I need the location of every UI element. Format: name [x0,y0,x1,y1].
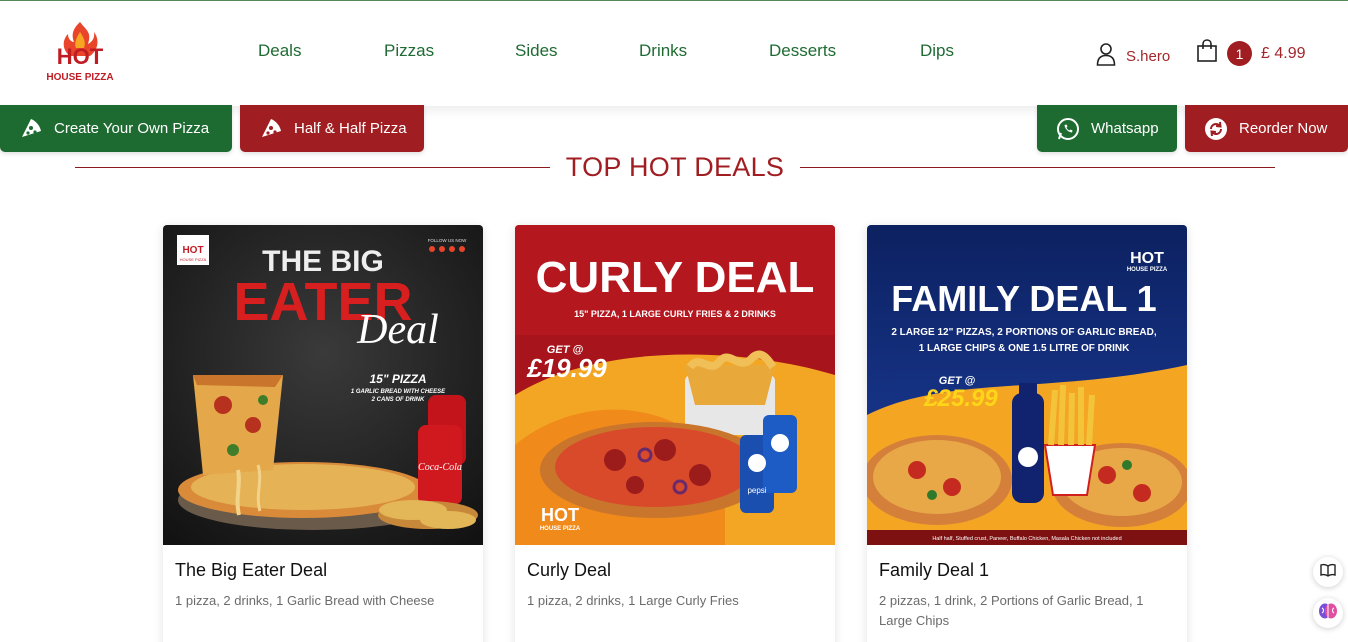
nav-drinks[interactable]: Drinks [639,41,687,61]
deal-card[interactable]: HOT HOUSE PIZZA FAMILY DEAL 1 2 LARGE 12… [867,225,1187,642]
create-your-own-pizza-button[interactable]: Create Your Own Pizza [0,105,232,152]
shopping-bag-icon [1196,39,1218,68]
user-name: S.hero [1126,48,1171,65]
nav-sides[interactable]: Sides [515,41,558,61]
deal-description: 2 pizzas, 1 drink, 2 Portions of Garlic … [879,593,1144,628]
svg-text:£19.99: £19.99 [526,353,607,383]
svg-text:1 GARLIC BREAD WITH CHEESE: 1 GARLIC BREAD WITH CHEESE [351,389,446,395]
section-title: TOP HOT DEALS [565,151,785,182]
reorder-label: Reorder Now [1239,120,1328,137]
deal-title[interactable]: Curly Deal [527,560,611,581]
brand-logo[interactable]: HOT HOUSE PIZZA [40,18,120,86]
deal-card[interactable]: CURLY DEAL 15" PIZZA, 1 LARGE CURLY FRIE… [515,225,835,642]
cart-total: £ 4.99 [1261,44,1306,62]
divider-left [75,166,550,168]
create-pizza-label: Create Your Own Pizza [54,120,210,137]
section-heading: TOP HOT DEALS [75,150,1276,184]
divider-right [800,166,1276,168]
deal-title[interactable]: Family Deal 1 [879,560,989,581]
brain-icon [1318,602,1338,625]
deal-title[interactable]: The Big Eater Deal [175,560,327,581]
svg-text:HOT: HOT [182,245,203,256]
whatsapp-label: Whatsapp [1091,120,1159,137]
nav-desserts[interactable]: Desserts [769,41,836,61]
cart-count-badge: 1 [1227,41,1252,66]
svg-text:Half half, Stuffed crust, Pane: Half half, Stuffed crust, Paneer, Buffal… [932,536,1121,542]
deal-image-curly[interactable]: CURLY DEAL 15" PIZZA, 1 LARGE CURLY FRIE… [515,225,835,545]
cart-button[interactable]: 1 £ 4.99 [1196,39,1305,68]
svg-text:HOUSE PIZZA: HOUSE PIZZA [1127,267,1168,273]
half-half-label: Half & Half Pizza [294,120,407,137]
user-icon [1096,42,1116,71]
book-widget-button[interactable] [1313,557,1343,587]
deal-description: 1 pizza, 2 drinks, 1 Large Curly Fries [527,593,739,608]
site-header: HOT HOUSE PIZZA Deals Pizzas Sides Drink… [0,1,1348,106]
deal-description: 1 pizza, 2 drinks, 1 Garlic Bread with C… [175,593,435,608]
svg-text:Coca-Cola: Coca-Cola [418,462,462,473]
book-icon [1320,563,1336,582]
svg-text:HOUSE PIZZA: HOUSE PIZZA [180,257,207,262]
svg-text:2 LARGE 12" PIZZAS, 2 PORTIONS: 2 LARGE 12" PIZZAS, 2 PORTIONS OF GARLIC… [891,327,1157,338]
whatsapp-button[interactable]: Whatsapp [1037,105,1177,152]
svg-text:FOLLOW US NOW: FOLLOW US NOW [428,238,468,243]
brain-widget-button[interactable] [1313,598,1343,628]
reorder-now-button[interactable]: Reorder Now [1185,105,1348,152]
nav-deals[interactable]: Deals [258,41,301,61]
deal-image-big-eater[interactable]: HOT HOUSE PIZZA FOLLOW US NOW THE BIG EA… [163,225,483,545]
svg-text:HOT: HOT [541,505,579,525]
pizza-slice-icon [258,116,284,142]
whatsapp-icon [1055,116,1081,142]
svg-text:HOUSE PIZZA: HOUSE PIZZA [540,526,581,532]
half-and-half-pizza-button[interactable]: Half & Half Pizza [240,105,424,152]
deal-image-family[interactable]: HOT HOUSE PIZZA FAMILY DEAL 1 2 LARGE 12… [867,225,1187,545]
reorder-icon [1203,116,1229,142]
nav-pizzas[interactable]: Pizzas [384,41,434,61]
svg-text:HOT: HOT [57,44,104,69]
pizza-slice-icon [18,116,44,142]
svg-text:£25.99: £25.99 [923,385,998,412]
svg-text:FAMILY DEAL 1: FAMILY DEAL 1 [891,278,1156,319]
account-link[interactable]: S.hero [1096,42,1170,71]
svg-text:15" PIZZA, 1 LARGE CURLY FRIES: 15" PIZZA, 1 LARGE CURLY FRIES & 2 DRINK… [574,309,776,319]
deal-card[interactable]: HOT HOUSE PIZZA FOLLOW US NOW THE BIG EA… [163,225,483,642]
svg-text:15" PIZZA: 15" PIZZA [369,372,426,386]
nav-dips[interactable]: Dips [920,41,954,61]
svg-text:CURLY DEAL: CURLY DEAL [536,253,815,302]
svg-text:Deal: Deal [356,307,439,353]
svg-text:HOUSE PIZZA: HOUSE PIZZA [46,72,113,83]
svg-text:HOT: HOT [1130,250,1164,267]
svg-text:2 CANS OF DRINK: 2 CANS OF DRINK [371,397,425,403]
svg-text:pepsi: pepsi [747,486,766,495]
svg-text:1 LARGE CHIPS & ONE 1.5 LITRE: 1 LARGE CHIPS & ONE 1.5 LITRE OF DRINK [919,343,1130,354]
